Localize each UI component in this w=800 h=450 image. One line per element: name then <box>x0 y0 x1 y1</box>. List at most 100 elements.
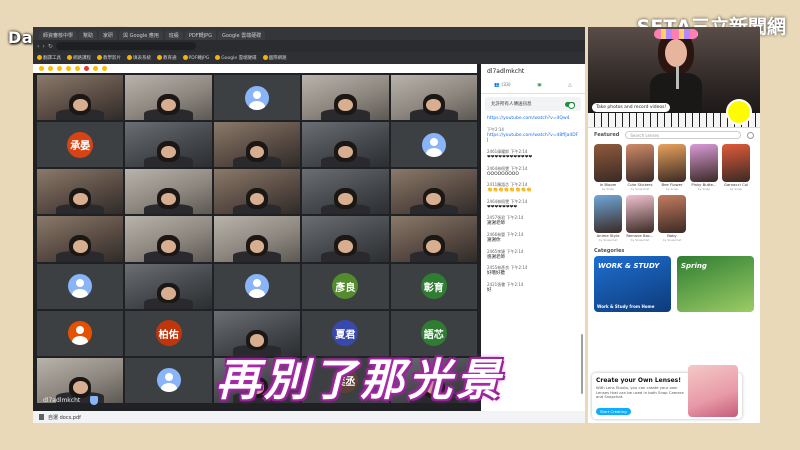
allow-messages-toggle[interactable] <box>565 101 575 109</box>
participant-tile[interactable] <box>37 216 124 262</box>
message-list: https://youtube.com/watch?v=dQw4 下午2:14 ht… <box>481 114 585 297</box>
browser-tab[interactable]: 班級 <box>164 31 183 40</box>
chat-message: 2457張君 下午2:14 謝謝老師 <box>481 213 585 230</box>
shield-icon[interactable] <box>90 395 99 405</box>
browser-tab[interactable]: 家研 <box>99 31 118 40</box>
participant-tile[interactable] <box>37 169 124 215</box>
forward-icon[interactable]: › <box>42 43 44 50</box>
bookmark-item[interactable]: 填表系統 <box>127 55 151 61</box>
bookmark-item[interactable]: 教育通 <box>157 55 177 61</box>
participant-tile[interactable] <box>213 75 301 121</box>
emoji-icon[interactable] <box>66 66 71 71</box>
participant-tile[interactable]: 承晏 <box>37 122 124 168</box>
lens-thumbnail <box>594 144 622 182</box>
default-avatar-icon <box>244 85 269 110</box>
gear-icon[interactable] <box>747 131 754 139</box>
participant-tile[interactable] <box>302 75 389 121</box>
participant-tile[interactable] <box>213 122 301 168</box>
snap-camera-icon[interactable] <box>726 99 752 125</box>
browser-tab[interactable]: 師資審核中學 <box>39 31 78 40</box>
browser-tab[interactable]: 幫助 <box>79 31 98 40</box>
emoji-icon[interactable] <box>57 66 62 71</box>
chat-tab[interactable]: ▣ <box>537 83 541 88</box>
browser-tab[interactable]: PDF轉JPG <box>184 31 216 40</box>
create-lenses-promo: Create your Own Lenses! With Lens Studio… <box>592 365 742 419</box>
snap-lens-panel: Featured Search Lenses In Bloom by Snap Cu… <box>588 128 760 423</box>
participant-tile[interactable] <box>302 169 389 215</box>
category-work-study[interactable]: WORK & STUDY Work & Study from Home <box>594 256 671 312</box>
lens-thumbnail <box>690 144 718 182</box>
participant-tile[interactable] <box>125 75 212 121</box>
emoji-icon[interactable] <box>48 66 53 71</box>
bookmark-icon <box>97 55 102 60</box>
bookmark-item[interactable]: Google 雲端硬碟 <box>215 55 257 61</box>
participant-tile[interactable] <box>125 169 212 215</box>
bookmark-icon <box>262 55 268 60</box>
chat-scrollbar[interactable] <box>581 334 583 394</box>
bookmark-item[interactable]: 國際網路 <box>262 55 287 61</box>
browser-tab[interactable]: Google 雲端硬碟 <box>217 31 266 40</box>
participant-tile[interactable] <box>213 169 301 215</box>
message-link[interactable]: https://youtube.com/watch?v=dQw4 <box>487 116 579 122</box>
participant-face <box>426 239 442 253</box>
lens-item[interactable]: Bee Flower by Snap <box>658 144 686 191</box>
emoji-icon[interactable] <box>102 66 107 71</box>
address-bar[interactable] <box>55 42 196 50</box>
bookmark-icon <box>157 55 162 60</box>
start-creating-button[interactable]: Start Creating <box>596 408 631 415</box>
people-tab[interactable]: 👥 (33) <box>494 83 510 88</box>
lens-search-input[interactable]: Search Lenses <box>625 131 741 139</box>
reload-icon[interactable]: ↻ <box>48 43 53 50</box>
participant-tile[interactable] <box>37 310 124 356</box>
participant-tile[interactable] <box>390 169 477 215</box>
participant-tile[interactable] <box>213 216 301 262</box>
lens-item[interactable]: Baby by Snapchat <box>658 195 686 242</box>
categories-label: Categories <box>594 248 625 254</box>
participant-tile[interactable] <box>37 263 124 309</box>
emoji-icon[interactable] <box>75 66 80 71</box>
lens-item[interactable]: In Bloom by Snap <box>594 144 622 191</box>
participant-tile[interactable] <box>213 263 301 309</box>
lens-thumbnail <box>626 195 654 233</box>
browser-tab[interactable]: 與 Google 應用 <box>119 31 163 40</box>
bookmark-item[interactable]: 翻譯工具 <box>37 55 61 61</box>
bookmark-item[interactable]: 教學影片 <box>97 55 121 61</box>
participant-tile[interactable] <box>302 122 389 168</box>
participant-tile[interactable] <box>390 216 477 262</box>
participant-tile[interactable] <box>302 216 389 262</box>
lens-item[interactable]: Garnacci Col by Snap <box>722 144 750 191</box>
participant-face <box>161 287 176 300</box>
featured-label: Featured <box>594 132 620 138</box>
download-file-name[interactable]: 自選 docs.pdf <box>48 414 81 421</box>
participant-tile[interactable] <box>125 263 212 309</box>
participant-tile[interactable]: 柏佑 <box>125 310 212 356</box>
participant-tile[interactable]: 彰育 <box>390 263 477 309</box>
participant-face <box>338 239 353 253</box>
heart-icon[interactable] <box>84 66 89 71</box>
lens-item[interactable]: Remove Bac... by Snapchat <box>626 195 654 242</box>
bookmark-item[interactable]: 網路課程 <box>67 55 91 61</box>
lens-author: by Snap <box>729 187 743 191</box>
browser-tab-strip: 師資審核中學 幫助 家研與 Google 應用 班級 PDF轉JPG Google 雲端硬… <box>33 27 585 40</box>
chat-message: 2421張書 下午2:14 好 <box>481 280 585 297</box>
lens-item[interactable]: Cute Stickers by Snapchat <box>626 144 654 191</box>
lens-item[interactable]: Pinky Butte... by Snap <box>690 144 718 191</box>
activities-tab[interactable]: △ <box>568 83 571 88</box>
lens-item[interactable]: Anime Style by Snapchat <box>594 195 622 242</box>
emoji-icon[interactable] <box>93 66 98 71</box>
participant-tile[interactable] <box>390 75 477 121</box>
category-title: Spring <box>681 262 707 270</box>
message-text: ❤❤❤❤❤❤❤❤ <box>487 204 518 210</box>
participant-tile[interactable]: 彥良 <box>302 263 389 309</box>
participant-tile[interactable] <box>37 75 124 121</box>
participant-tile[interactable] <box>390 122 477 168</box>
back-icon[interactable]: ‹ <box>37 43 39 50</box>
emoji-icon[interactable] <box>39 66 44 71</box>
participant-avatar: 彥良 <box>332 273 359 300</box>
message-link[interactable]: https://youtube.com/watch?v=d8ffja4DFJ <box>487 133 579 144</box>
participant-tile[interactable] <box>125 216 212 262</box>
category-spring[interactable]: Spring <box>677 256 754 312</box>
bookmark-item[interactable]: PDF轉JPG <box>182 55 209 61</box>
participant-tile[interactable] <box>125 122 212 168</box>
bookmark-label: 網路課程 <box>73 56 91 61</box>
